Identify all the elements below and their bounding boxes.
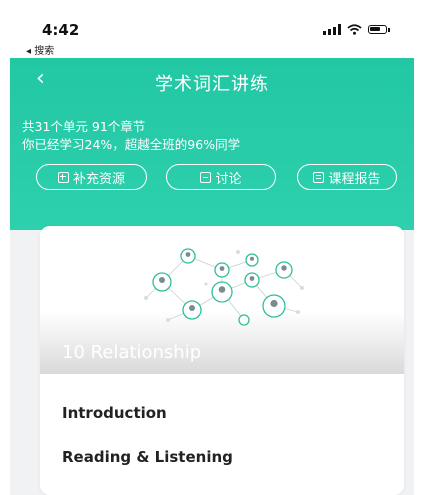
unit-banner: 10 Relationship — [40, 226, 404, 374]
plus-square-icon — [57, 171, 69, 183]
wifi-icon — [347, 24, 362, 35]
course-report-label: 课程报告 — [328, 171, 381, 187]
course-summary: 共31个单元 91个章节 — [22, 119, 146, 134]
page-title: 学术词汇讲练 — [155, 74, 269, 95]
unit-card[interactable]: 10 Relationship Introduction Reading & L… — [40, 226, 404, 495]
discussion-button[interactable]: 讨论 — [166, 164, 276, 190]
chapter-introduction[interactable]: Introduction — [62, 404, 167, 422]
supplement-resources-label: 补充资源 — [72, 171, 125, 187]
course-header: ‹ 学术词汇讲练 共31个单元 91个章节 你已经学习24%，超越全班的96%同… — [10, 58, 414, 230]
back-to-search-link[interactable]: ◂ 搜索 — [26, 42, 54, 57]
unit-title: 10 Relationship — [62, 342, 202, 363]
chat-icon — [200, 171, 212, 183]
battery-icon — [368, 25, 387, 34]
signal-icon — [323, 24, 341, 35]
supplement-resources-button[interactable]: 补充资源 — [36, 164, 147, 190]
progress-summary: 你已经学习24%，超越全班的96%同学 — [22, 137, 241, 152]
phone-screen: 4:42 ◂ 搜索 ‹ 学术词汇讲练 共31个单元 91个章节 你已经学习24%… — [10, 0, 414, 495]
chapter-reading-listening[interactable]: Reading & Listening — [62, 448, 233, 466]
course-report-button[interactable]: 课程报告 — [297, 164, 397, 190]
report-icon — [313, 171, 325, 183]
battery-cap — [388, 27, 390, 32]
status-time: 4:42 — [42, 21, 80, 39]
people-network-illustration — [144, 248, 304, 326]
status-icons — [323, 24, 390, 35]
discussion-label: 讨论 — [215, 171, 242, 187]
status-bar: 4:42 ◂ 搜索 — [10, 0, 414, 58]
